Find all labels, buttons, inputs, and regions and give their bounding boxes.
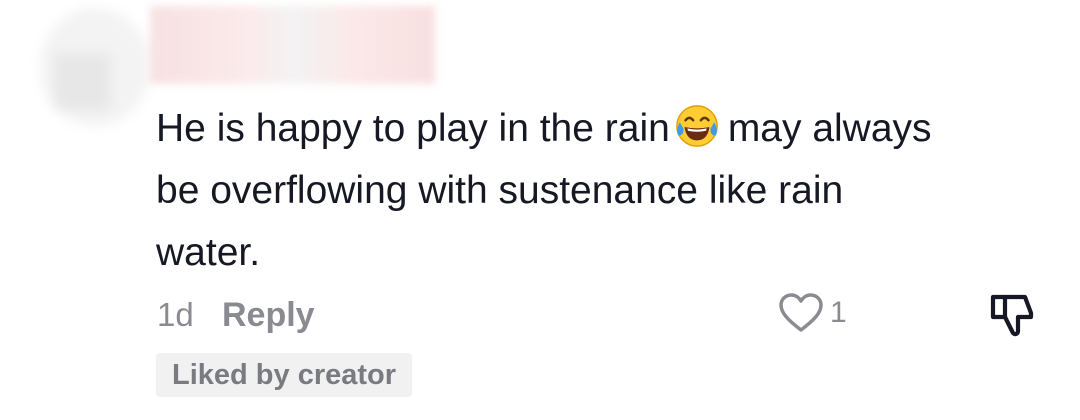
like-count: 1 [830,296,847,329]
dislike-button[interactable] [985,287,1039,341]
reply-button[interactable]: Reply [222,296,315,335]
heart-outline-icon [779,293,823,332]
comment-text-part1: He is happy to play in the rain [156,107,670,150]
thumbs-down-icon [990,294,1034,337]
comment-text: He is happy to play in the rain may alwa… [156,98,936,284]
like-button[interactable]: 1 [778,288,847,338]
liked-by-creator-badge: Liked by creator [156,353,413,397]
username-redacted[interactable] [150,6,435,84]
face-with-tears-of-joy-icon [675,105,718,147]
liked-by-creator-label: Liked by creator [172,358,397,391]
avatar[interactable] [40,8,150,126]
comment-timestamp: 1d [157,296,194,333]
